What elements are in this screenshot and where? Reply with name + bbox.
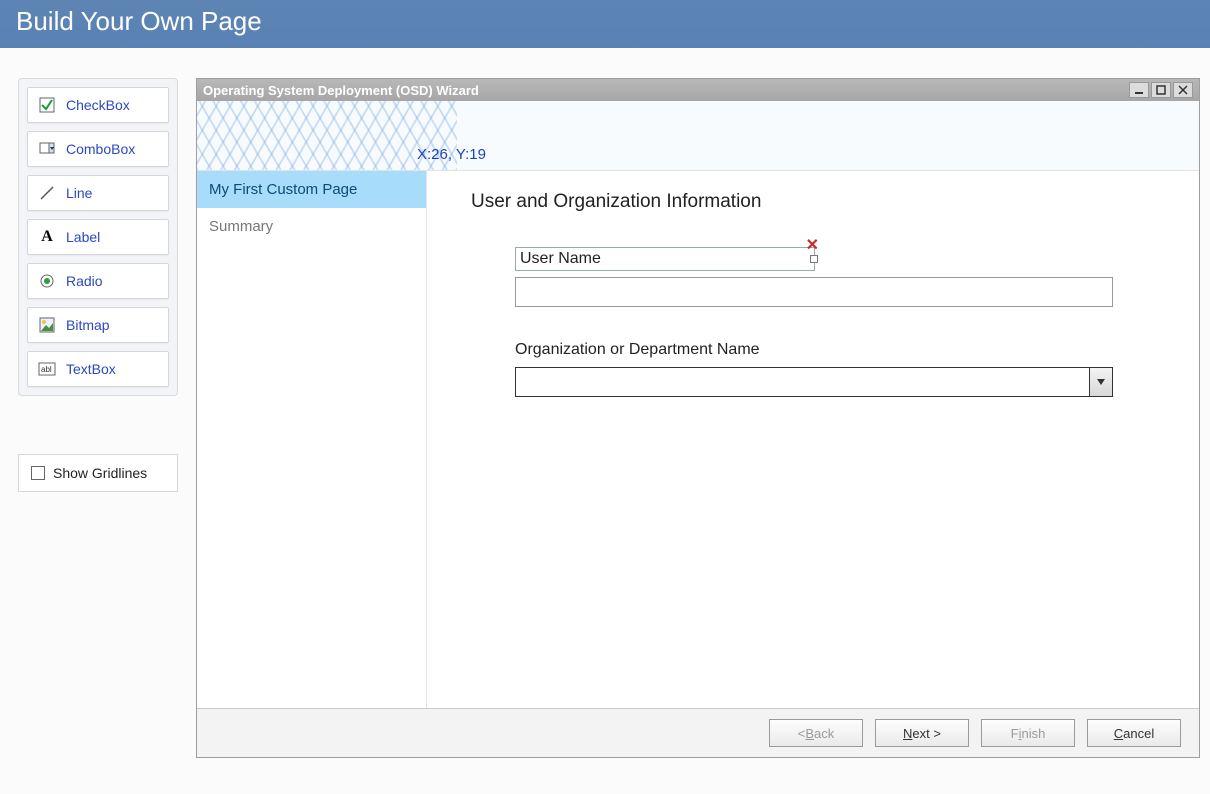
close-button[interactable] [1173,82,1193,98]
tool-label: Radio [66,273,103,289]
page-heading: User and Organization Information [471,191,1171,213]
wizard-window: Operating System Deployment (OSD) Wizard… [196,78,1200,758]
resize-handle-icon[interactable] [810,255,818,263]
chevron-down-icon [1096,377,1106,387]
organization-input[interactable] [515,367,1089,397]
tool-radio[interactable]: Radio [27,263,169,299]
toolbox-panel: CheckBox ComboBox Line A Label [18,78,178,396]
user-name-input[interactable] [515,277,1113,307]
tool-label: TextBox [66,361,116,377]
radio-icon [38,272,56,290]
wizard-nav: My First Custom Page Summary [197,171,427,708]
minimize-button[interactable] [1129,82,1149,98]
checkbox-icon [38,96,56,114]
checkbox-icon [31,466,45,480]
tool-bitmap[interactable]: Bitmap [27,307,169,343]
label-icon: A [38,228,56,246]
nav-item-my-first-custom-page[interactable]: My First Custom Page [197,171,426,208]
back-button[interactable]: < Back [769,719,863,747]
wizard-banner: X:26, Y:19 [197,101,1199,171]
cancel-button[interactable]: Cancel [1087,719,1181,747]
user-name-label-text: User Name [520,250,601,267]
delete-control-icon[interactable]: ✕ [806,235,819,255]
tool-textbox[interactable]: abl TextBox [27,351,169,387]
wizard-title: Operating System Deployment (OSD) Wizard [203,83,479,98]
tool-label: Label [66,229,100,245]
line-icon [38,184,56,202]
tool-label: ComboBox [66,141,135,157]
next-button[interactable]: Next > [875,719,969,747]
show-gridlines-toggle[interactable]: Show Gridlines [18,454,178,492]
combobox-icon [38,140,56,158]
tool-label: Bitmap [66,317,110,333]
show-gridlines-label: Show Gridlines [53,465,147,481]
tool-checkbox[interactable]: CheckBox [27,87,169,123]
user-name-label-control[interactable]: User Name ✕ [515,247,815,271]
tool-label[interactable]: A Label [27,219,169,255]
tool-line[interactable]: Line [27,175,169,211]
wizard-body: My First Custom Page Summary User and Or… [197,171,1199,708]
work-area: CheckBox ComboBox Line A Label [0,48,1210,768]
nav-item-summary[interactable]: Summary [197,208,426,245]
tool-label: CheckBox [66,97,130,113]
maximize-button[interactable] [1151,82,1171,98]
organization-combobox[interactable] [515,367,1113,397]
app-title: Build Your Own Page [16,6,262,36]
titlebar-controls [1127,82,1193,98]
cursor-coordinates: X:26, Y:19 [417,146,486,163]
svg-text:abl: abl [41,365,52,374]
wizard-footer: < Back Next > Finish Cancel [197,708,1199,757]
tool-combobox[interactable]: ComboBox [27,131,169,167]
tool-label: Line [66,185,92,201]
combobox-dropdown-button[interactable] [1089,367,1113,397]
app-header: Build Your Own Page [0,0,1210,48]
left-column: CheckBox ComboBox Line A Label [18,78,178,758]
organization-label: Organization or Department Name [515,341,1171,359]
wizard-titlebar: Operating System Deployment (OSD) Wizard [197,79,1199,101]
textbox-icon: abl [38,360,56,378]
wizard-content: User and Organization Information User N… [427,171,1199,708]
bitmap-icon [38,316,56,334]
finish-button[interactable]: Finish [981,719,1075,747]
